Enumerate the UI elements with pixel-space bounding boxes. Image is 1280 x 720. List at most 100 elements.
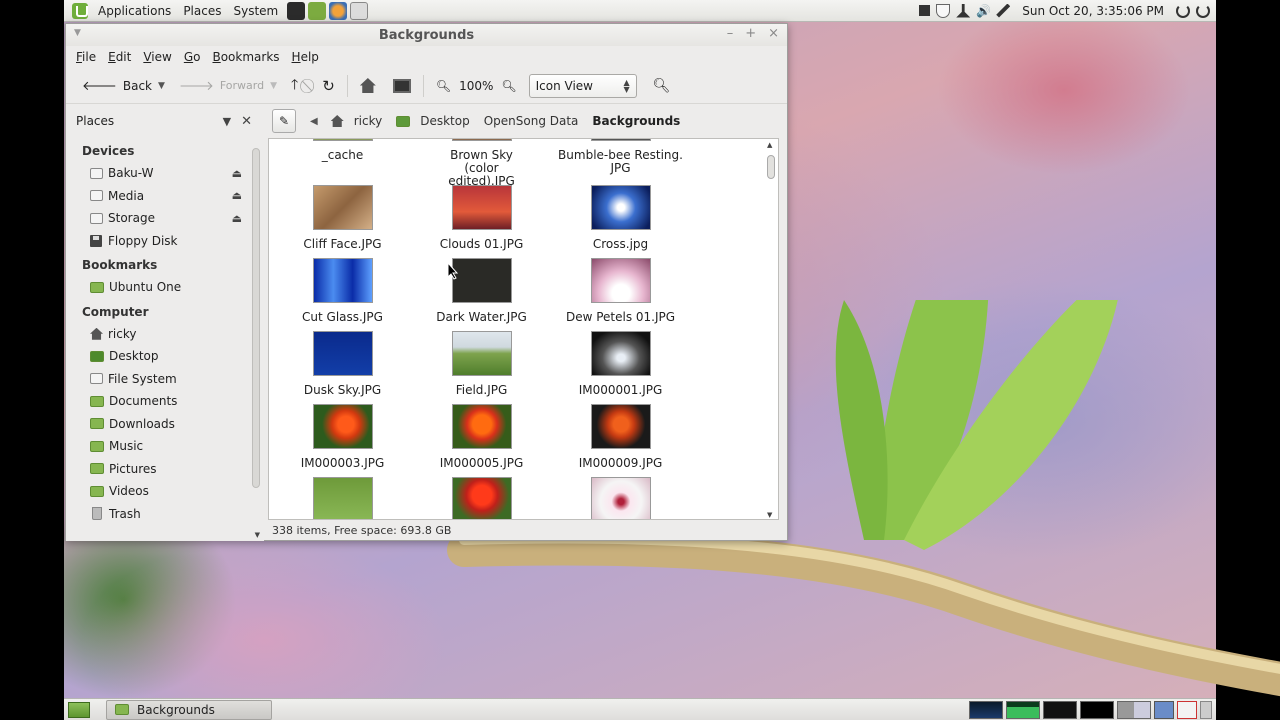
breadcrumb-left-icon[interactable]: ◀ [310, 116, 318, 127]
forward-button[interactable]: 🡒 Forward [173, 72, 270, 100]
file-item[interactable] [412, 477, 551, 519]
reload-button[interactable]: ↻ [316, 72, 341, 100]
places-menu[interactable]: Places [177, 4, 227, 18]
menu-file[interactable]: File [70, 50, 102, 64]
file-item[interactable]: IM000001.JPG [551, 331, 690, 397]
file-manager-launcher-icon[interactable] [350, 1, 369, 20]
file-item[interactable]: Bumble-bee Resting. JPG [551, 139, 690, 188]
search-button[interactable]: 🔍︎ [647, 72, 677, 100]
forward-history-chevron-icon[interactable]: ▼ [270, 81, 277, 91]
breadcrumb-desktop[interactable]: Desktop [389, 109, 477, 133]
scroll-up-icon[interactable]: ▲ [767, 141, 772, 149]
file-item[interactable]: Dark Water.JPG [412, 258, 551, 324]
zoom-level[interactable]: 100% [457, 79, 495, 93]
memory-monitor[interactable] [1006, 700, 1040, 719]
maximize-icon[interactable]: + [745, 26, 756, 41]
sidebar-mode-chevron-icon[interactable]: ▼ [223, 115, 231, 128]
scroll-down-icon[interactable]: ▼ [767, 511, 772, 519]
file-item[interactable]: Cross.jpg [551, 185, 690, 251]
sidebar-item-videos[interactable]: Videos [66, 480, 264, 503]
sidebar-item-desktop[interactable]: Desktop [66, 345, 264, 368]
network-icon[interactable] [956, 3, 971, 18]
pen-icon[interactable] [996, 3, 1011, 18]
sidebar-item-documents[interactable]: Documents [66, 390, 264, 413]
file-item[interactable]: Dew Petels 01.JPG [551, 258, 690, 324]
file-item[interactable]: Dusk Sky.JPG [273, 331, 412, 397]
menu-bookmarks[interactable]: Bookmarks [206, 50, 285, 64]
menu-help[interactable]: Help [286, 50, 325, 64]
stop-icon[interactable] [919, 5, 931, 16]
file-item[interactable]: IM000009.JPG [551, 404, 690, 470]
close-sidebar-icon[interactable]: ✕ [241, 114, 252, 129]
edit-location-button[interactable]: ✎ [272, 109, 296, 133]
cpu-monitor[interactable] [969, 700, 1003, 719]
sidebar-item-file-system[interactable]: File System [66, 368, 264, 391]
file-item[interactable]: Field.JPG [412, 331, 551, 397]
workspace-2-icon[interactable] [1177, 700, 1197, 719]
minimize-icon[interactable]: – [727, 26, 734, 41]
sidebar-item-floppy-disk[interactable]: Floppy Disk [66, 230, 264, 253]
back-history-chevron-icon[interactable]: ▼ [158, 81, 165, 91]
file-item[interactable]: IM000003.JPG [273, 404, 412, 470]
breadcrumb-ricky[interactable]: ricky [324, 109, 390, 133]
icon-view[interactable]: _cache Brown Sky (color edited).JPG Bumb… [268, 138, 779, 520]
sidebar-item-baku-w[interactable]: Baku-W ⏏ [66, 162, 264, 185]
sidebar-scroll-down-icon[interactable]: ▼ [255, 531, 260, 539]
file-item[interactable]: Cut Glass.JPG [273, 258, 412, 324]
zoom-out-button[interactable]: 🔍︎ [430, 72, 457, 100]
swap-monitor[interactable] [1080, 700, 1114, 719]
sidebar-scrollbar[interactable] [252, 148, 260, 488]
volume-icon[interactable]: 🔊 [976, 4, 991, 18]
file-item[interactable] [273, 477, 412, 519]
eject-icon[interactable]: ⏏ [232, 212, 242, 225]
show-desktop-icon[interactable] [68, 701, 90, 718]
window-titlebar[interactable]: ▼ Backgrounds – + × [66, 24, 787, 46]
shield-icon[interactable] [936, 3, 951, 18]
system-menu[interactable]: System [227, 4, 284, 18]
network-monitor[interactable] [1043, 700, 1077, 719]
window-menu-icon[interactable]: ▼ [74, 28, 81, 38]
eject-icon[interactable]: ⏏ [232, 189, 242, 202]
sidebar-item-ubuntu-one[interactable]: Ubuntu One [66, 276, 264, 299]
menu-go[interactable]: Go [178, 50, 207, 64]
sidebar-item-pictures[interactable]: Pictures [66, 458, 264, 481]
file-item[interactable]: Brown Sky (color edited).JPG [412, 139, 551, 188]
refresh-icon[interactable] [1176, 3, 1190, 18]
menu-edit[interactable]: Edit [102, 50, 137, 64]
clock[interactable]: Sun Oct 20, 3:35:06 PM [1022, 4, 1164, 18]
file-item[interactable]: _cache [273, 139, 412, 188]
terminal-launcher-icon[interactable] [287, 1, 306, 20]
trash-applet-icon[interactable] [1200, 700, 1212, 719]
file-item[interactable]: Clouds 01.JPG [412, 185, 551, 251]
view-mode-select[interactable]: Icon View ▲ ▼ [528, 73, 637, 98]
sidebar-item-music[interactable]: Music [66, 435, 264, 458]
applications-menu[interactable]: Applications [92, 4, 177, 18]
workspace-switcher-icon[interactable] [1154, 700, 1174, 719]
sidebar-item-storage[interactable]: Storage ⏏ [66, 207, 264, 230]
zoom-in-button[interactable]: 🔍︎ [495, 72, 522, 100]
computer-button[interactable] [387, 72, 417, 100]
sidebar-mode-label[interactable]: Places [76, 114, 114, 128]
scrollbar-thumb[interactable] [767, 155, 775, 179]
back-button[interactable]: 🡐 Back [76, 72, 158, 100]
menu-view[interactable]: View [137, 50, 177, 64]
power-icon[interactable] [1196, 3, 1210, 18]
home-button[interactable] [354, 72, 387, 100]
up-button[interactable]: 🡑 [285, 72, 304, 100]
file-item[interactable] [551, 477, 690, 519]
sidebar-item-trash[interactable]: Trash [66, 503, 264, 526]
stop-button[interactable]: ⃠ [304, 72, 316, 100]
package-manager-launcher-icon[interactable] [308, 1, 327, 20]
firefox-launcher-icon[interactable] [329, 1, 348, 20]
sidebar-item-media[interactable]: Media ⏏ [66, 185, 264, 208]
close-icon[interactable]: × [768, 26, 779, 41]
disk-monitor[interactable] [1117, 700, 1151, 719]
file-item[interactable]: Cliff Face.JPG [273, 185, 412, 251]
file-item[interactable]: IM000005.JPG [412, 404, 551, 470]
breadcrumb-opensong-data[interactable]: OpenSong Data [477, 109, 586, 133]
sidebar-item-ricky[interactable]: ricky [66, 323, 264, 346]
breadcrumb-backgrounds[interactable]: Backgrounds [585, 109, 687, 133]
mint-menu-icon[interactable] [72, 2, 88, 19]
sidebar-item-downloads[interactable]: Downloads [66, 413, 264, 436]
icon-view-scrollbar[interactable]: ▲ ▼ [766, 139, 776, 519]
